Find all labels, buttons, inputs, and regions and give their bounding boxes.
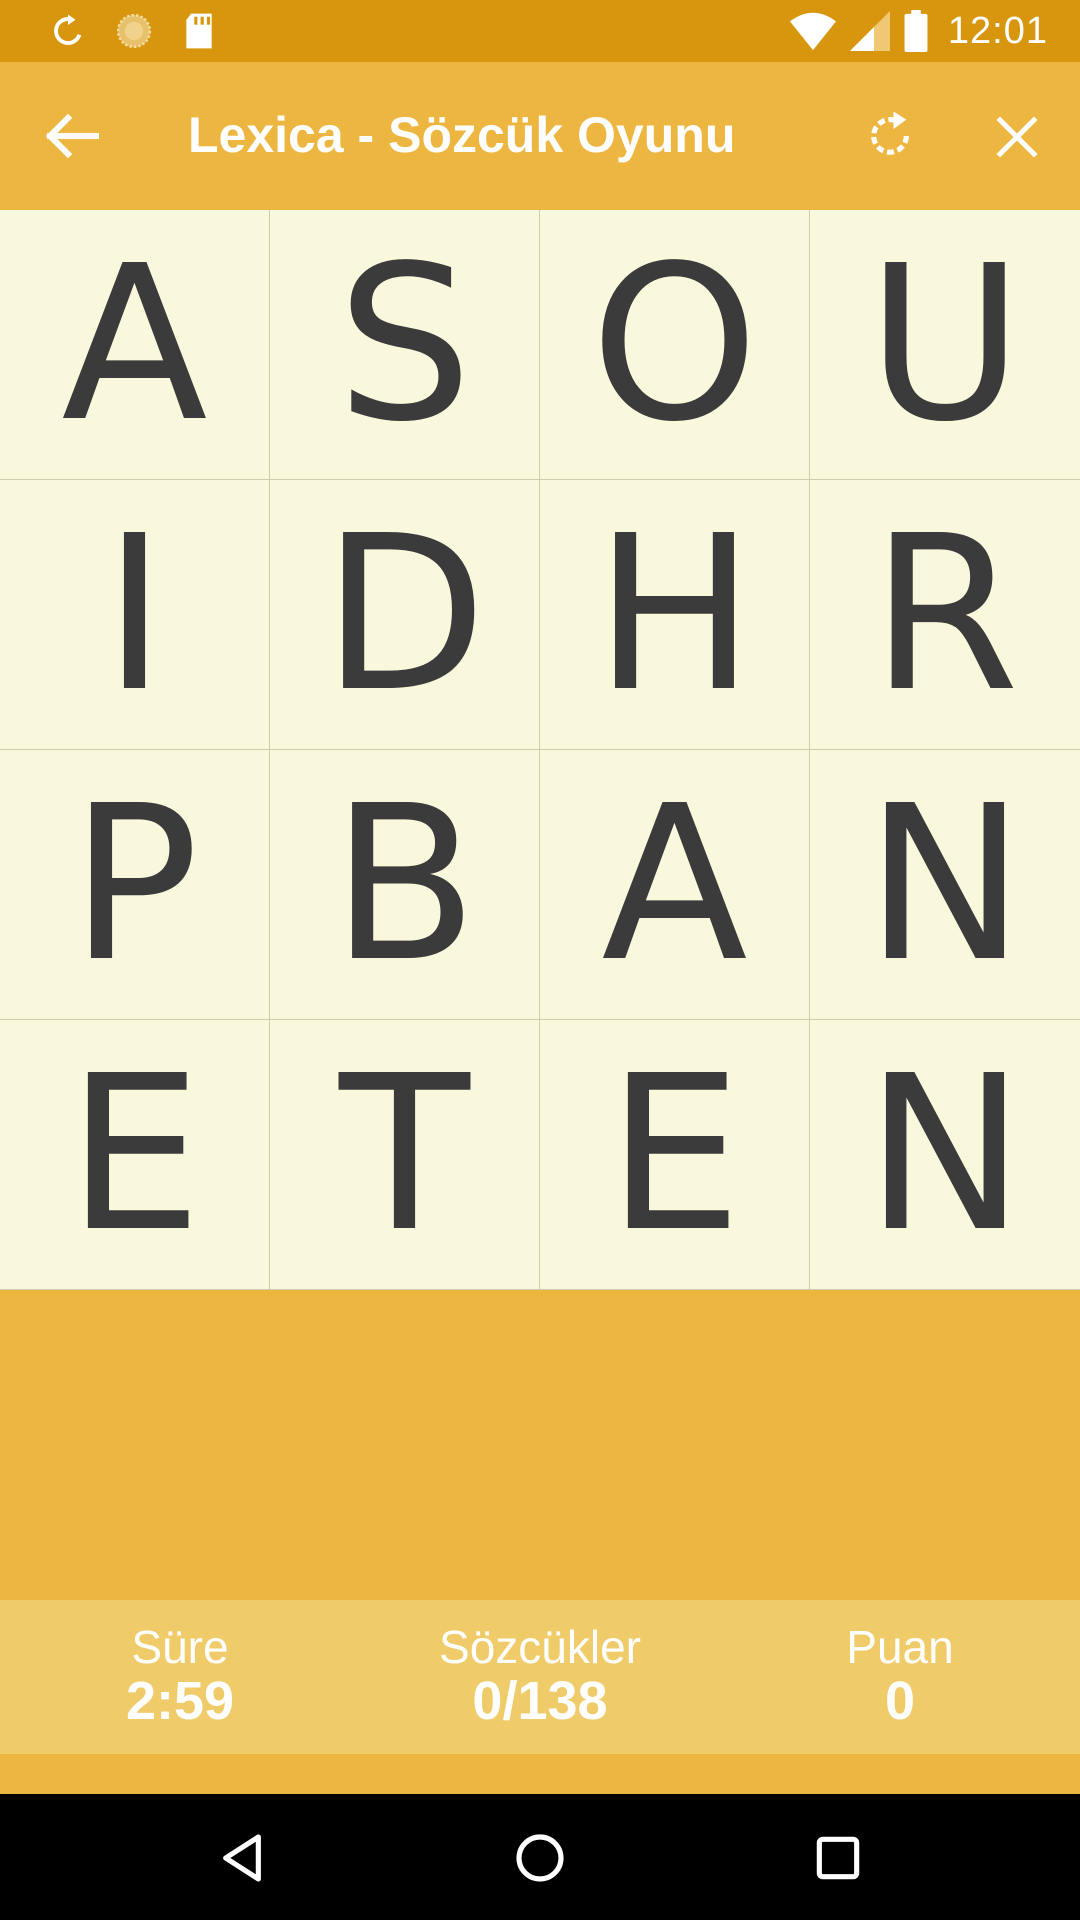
letter-tile[interactable]: P <box>0 750 270 1020</box>
letter-tile[interactable]: B <box>270 750 540 1020</box>
status-time: 12:01 <box>947 9 1048 52</box>
letter-tile[interactable]: N <box>810 1020 1080 1290</box>
stats-bar: Süre 2:59 Sözcükler 0/138 Puan 0 <box>0 1600 1080 1754</box>
words-label: Sözcükler <box>439 1621 641 1673</box>
letter-tile[interactable]: A <box>540 750 810 1020</box>
letter-tile[interactable]: E <box>0 1020 270 1290</box>
letter-tile[interactable]: I <box>0 480 270 750</box>
letter-tile[interactable]: O <box>540 210 810 480</box>
letter-tile[interactable]: S <box>270 210 540 480</box>
back-arrow-icon[interactable] <box>44 112 100 160</box>
letter-tile[interactable]: A <box>0 210 270 480</box>
letter-tile[interactable]: N <box>810 750 1080 1020</box>
status-bar: 12:01 <box>0 0 1080 62</box>
letter-tile[interactable]: D <box>270 480 540 750</box>
close-icon[interactable] <box>992 112 1042 162</box>
letter-tile[interactable]: H <box>540 480 810 750</box>
time-label: Süre <box>131 1621 229 1673</box>
letter-tile[interactable]: R <box>810 480 1080 750</box>
words-stat: Sözcükler 0/138 <box>390 1622 690 1730</box>
letter-tile[interactable]: T <box>270 1020 540 1290</box>
status-left-icons <box>50 10 216 52</box>
battery-icon <box>904 10 928 52</box>
sun-icon <box>116 13 152 49</box>
time-value: 2:59 <box>125 1671 235 1731</box>
score-label: Puan <box>846 1621 954 1673</box>
words-value: 0/138 <box>472 1671 608 1731</box>
refresh-icon[interactable] <box>862 108 918 164</box>
letter-tile[interactable]: U <box>810 210 1080 480</box>
time-stat: Süre 2:59 <box>30 1622 330 1730</box>
recents-square-icon[interactable] <box>810 1830 866 1886</box>
sd-card-icon <box>186 13 212 49</box>
system-nav-bar <box>0 1794 1080 1920</box>
score-stat: Puan 0 <box>750 1622 1050 1730</box>
back-triangle-icon[interactable] <box>214 1830 270 1886</box>
sync-icon <box>54 14 82 45</box>
status-right-icons: 12:01 <box>789 8 1048 54</box>
app-bar: Lexica - Sözcük Oyunu <box>0 62 1080 210</box>
app-title: Lexica - Sözcük Oyunu <box>188 107 736 163</box>
wifi-icon <box>789 12 836 51</box>
score-value: 0 <box>884 1671 916 1731</box>
letter-tile[interactable]: E <box>540 1020 810 1290</box>
home-circle-icon[interactable] <box>512 1830 568 1886</box>
signal-icon <box>849 11 890 51</box>
letter-board: A S O U I D H R P B A N E T E N <box>0 210 1080 1290</box>
